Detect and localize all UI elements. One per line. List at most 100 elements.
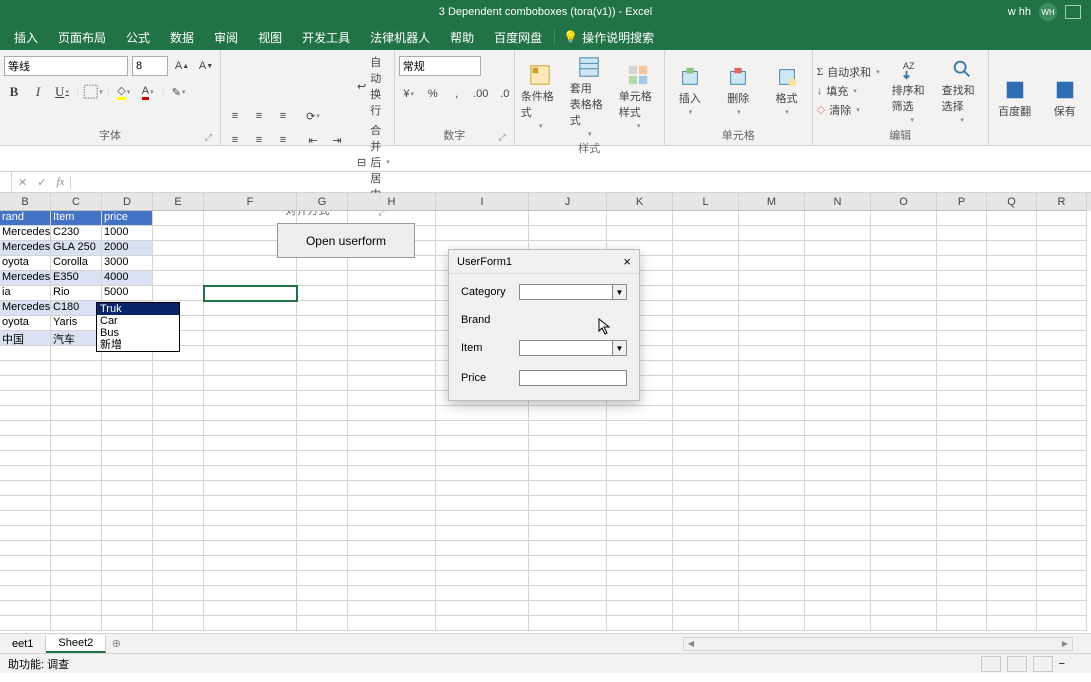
cell[interactable] [348,466,436,481]
cell[interactable] [607,466,673,481]
cell[interactable] [1037,286,1087,301]
cell[interactable] [871,586,937,601]
cell[interactable] [153,571,204,586]
column-header[interactable]: M [739,193,805,211]
cell[interactable] [51,586,102,601]
italic-button[interactable]: I [28,82,48,102]
column-header[interactable]: R [1037,193,1087,211]
cell[interactable] [436,571,529,586]
cell[interactable] [987,211,1037,226]
cell[interactable] [153,226,204,241]
cell[interactable]: ia [0,286,51,301]
cell[interactable] [204,256,297,271]
cell[interactable] [204,511,297,526]
cell[interactable] [348,586,436,601]
align-middle-icon[interactable]: ≡ [249,106,269,126]
cell[interactable] [529,556,607,571]
cell[interactable] [297,601,348,616]
cell[interactable] [1037,571,1087,586]
decrease-font-icon[interactable]: A▼ [196,56,216,76]
cell[interactable] [871,346,937,361]
cell[interactable] [937,376,987,391]
cell[interactable] [987,511,1037,526]
tab-developer[interactable]: 开发工具 [292,25,360,50]
cell[interactable] [607,541,673,556]
cell[interactable] [871,406,937,421]
cell[interactable]: Mercedes [0,301,51,316]
increase-font-icon[interactable]: A▲ [172,56,192,76]
cell[interactable] [987,556,1037,571]
cell[interactable] [987,301,1037,316]
cell[interactable] [987,526,1037,541]
cell[interactable] [739,541,805,556]
cell[interactable] [673,586,739,601]
cell[interactable] [297,496,348,511]
cell[interactable] [937,286,987,301]
num-launcher-icon[interactable]: ⤢ [499,132,506,143]
cell[interactable] [607,436,673,451]
cell[interactable] [1037,526,1087,541]
cell[interactable] [739,346,805,361]
cell[interactable] [436,211,529,226]
cell[interactable] [987,466,1037,481]
sheet-tab-active[interactable]: Sheet2 [46,635,106,653]
cell[interactable] [0,526,51,541]
cell[interactable]: 中国 [0,331,51,346]
cell[interactable] [673,541,739,556]
cell[interactable] [937,496,987,511]
cell[interactable] [673,601,739,616]
cell[interactable] [297,301,348,316]
cell[interactable] [987,586,1037,601]
cell[interactable] [673,511,739,526]
cell[interactable] [1037,556,1087,571]
cell[interactable] [871,241,937,256]
cell[interactable] [1037,241,1087,256]
cell[interactable] [204,601,297,616]
cell[interactable] [102,601,153,616]
cell[interactable] [153,586,204,601]
cell[interactable] [153,391,204,406]
cell[interactable] [739,571,805,586]
cell[interactable] [102,616,153,631]
tab-insert[interactable]: 插入 [4,25,48,50]
cell[interactable] [102,526,153,541]
tab-baidu[interactable]: 百度网盘 [484,25,552,50]
cell[interactable] [529,436,607,451]
cell[interactable] [871,526,937,541]
cell[interactable] [607,496,673,511]
percent-format-icon[interactable]: % [423,84,443,104]
cell[interactable] [739,406,805,421]
cell[interactable] [871,301,937,316]
cell[interactable] [871,286,937,301]
cell[interactable] [348,451,436,466]
cell[interactable] [805,271,871,286]
column-header[interactable]: O [871,193,937,211]
cell[interactable] [937,451,987,466]
cell[interactable] [805,316,871,331]
cell[interactable] [529,526,607,541]
cell[interactable] [739,451,805,466]
cell[interactable] [204,451,297,466]
cell[interactable] [348,316,436,331]
cell[interactable] [102,496,153,511]
format-cells-button[interactable]: 格式▾ [765,64,807,118]
cell[interactable] [805,226,871,241]
cell[interactable] [51,361,102,376]
cell[interactable] [102,451,153,466]
cell[interactable] [739,436,805,451]
cell[interactable] [348,256,436,271]
cell[interactable] [987,601,1037,616]
cell[interactable] [871,616,937,631]
sort-filter-button[interactable]: AZ排序和筛选▾ [890,56,934,126]
cell[interactable] [1037,451,1087,466]
cell[interactable] [871,226,937,241]
horizontal-scrollbar[interactable]: ◀ ▶ [683,637,1073,651]
autosum-button[interactable]: Σ 自动求和 ▾ [817,64,880,80]
cell[interactable] [871,511,937,526]
cell[interactable] [153,511,204,526]
cell[interactable] [805,451,871,466]
normal-view-icon[interactable] [981,656,1001,672]
tab-view[interactable]: 视图 [248,25,292,50]
cell[interactable] [102,571,153,586]
user-avatar[interactable]: WH [1039,3,1057,21]
